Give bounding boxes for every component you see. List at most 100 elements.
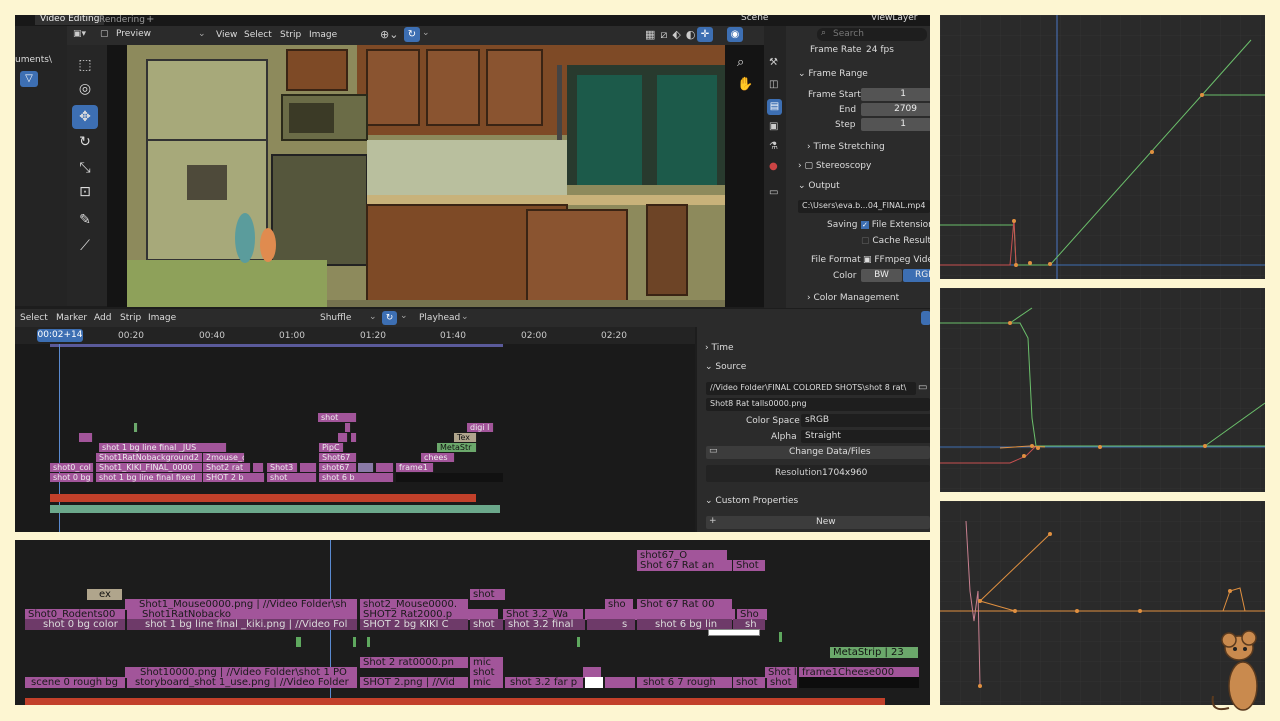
strip[interactable]: shot 3.2 final <box>505 619 585 630</box>
overlay-icons[interactable]: ▦⧄⬖◐ <box>645 28 700 42</box>
metastrip[interactable]: MetaStrip | 23 <box>830 647 918 658</box>
strip[interactable]: Shot67 <box>319 453 357 462</box>
strip[interactable]: shot 1 bg line final _JUS <box>99 443 227 452</box>
tab-rendering[interactable]: Rendering <box>99 15 145 25</box>
strip[interactable] <box>345 423 351 432</box>
strip[interactable]: digi l <box>467 423 494 432</box>
strip[interactable]: shot 1 bg line final fixed <box>96 473 203 482</box>
time-section-header[interactable]: › Time <box>705 343 734 353</box>
strip[interactable]: shot0_col <box>50 463 94 472</box>
strip[interactable]: shot 1 bg line final _kiki.png | //Video… <box>127 619 357 630</box>
seq-menu-image[interactable]: Image <box>148 313 176 323</box>
output-properties-icon[interactable]: ▤ <box>767 99 782 115</box>
frame-rate-value[interactable]: 24 fps <box>866 45 894 55</box>
output-path-field[interactable]: C:\Users\eva.b...04_FINAL.mp4 <box>798 200 930 213</box>
scale-icon[interactable]: ⤡ <box>72 156 98 180</box>
world-properties-icon[interactable]: ● <box>769 161 778 172</box>
strip[interactable]: mic <box>470 677 503 688</box>
strip[interactable]: Shot 67 Rat an <box>637 560 732 571</box>
strip[interactable] <box>79 433 93 442</box>
color-bw-button[interactable]: BW <box>861 269 902 282</box>
file-browser-path[interactable]: uments\ <box>15 55 52 65</box>
blade-icon[interactable]: ⟋ <box>72 234 98 258</box>
shuffle-dropdown[interactable]: Shuffle ⌄ <box>317 311 379 325</box>
strip[interactable] <box>605 677 635 688</box>
end-field[interactable]: 2709 <box>861 103 930 116</box>
strip[interactable]: shot67 <box>319 463 357 472</box>
menu-select[interactable]: Select <box>244 30 272 40</box>
time-stretching-header[interactable]: › Time Stretching <box>807 142 885 152</box>
frame-range-header[interactable]: ⌄ Frame Range <box>798 69 868 79</box>
folder-icon[interactable]: ▭ <box>918 382 930 395</box>
audio-waveform-strip[interactable] <box>50 505 500 513</box>
strip[interactable]: shot 0 bg <box>50 473 94 482</box>
strip[interactable]: Shot1_KIKI_FINAL_0000 <box>96 463 203 472</box>
editor-type-icon[interactable]: ▣▾ <box>73 29 91 42</box>
strip[interactable]: shot 3.2 far p <box>505 677 583 688</box>
annotate-icon[interactable]: ◎ <box>72 77 98 101</box>
strip[interactable] <box>134 423 138 432</box>
strip[interactable]: scene 0 rough bg <box>25 677 125 688</box>
view-layer-icon[interactable]: ▣ <box>769 121 778 132</box>
alpha-dropdown[interactable]: Straight <box>801 430 930 443</box>
step-field[interactable]: 1 <box>861 118 930 131</box>
timeline-ruler[interactable] <box>15 327 695 344</box>
zoom-icon[interactable]: ⌕ <box>737 55 744 70</box>
strip[interactable]: storyboard_shot 1_use.png | //Video Fold… <box>127 677 357 688</box>
move-icon[interactable]: ✥ <box>72 105 98 129</box>
overlay-toggle-icon[interactable]: ◉ <box>727 27 743 42</box>
menu-view[interactable]: View <box>216 30 237 40</box>
output-header[interactable]: ⌄ Output <box>798 181 840 191</box>
scene-selector[interactable]: Scene <box>741 15 768 23</box>
strip[interactable]: SHOT 2 bg KIKI C <box>360 619 468 630</box>
white-strip[interactable] <box>708 629 760 636</box>
stereoscopy-header[interactable]: › ▢ Stereoscopy <box>798 161 871 171</box>
playhead-line[interactable] <box>59 344 60 532</box>
custom-properties-header[interactable]: ⌄ Custom Properties <box>705 496 798 506</box>
strip[interactable]: Shot2 rat <box>203 463 251 472</box>
transform-icon[interactable]: ⊡ <box>72 180 98 204</box>
seq-menu-marker[interactable]: Marker <box>56 313 87 323</box>
strip[interactable]: Tex <box>454 433 477 442</box>
chevron-down-icon[interactable]: ⌄ <box>422 28 430 38</box>
frame-start-field[interactable]: 1 <box>861 88 930 101</box>
properties-search[interactable]: ⌕ Search <box>817 28 927 41</box>
seq-snap-icon[interactable]: ↻ <box>382 311 397 325</box>
add-workspace-button[interactable]: + <box>146 15 154 25</box>
strip[interactable]: Shot3 <box>267 463 298 472</box>
strip[interactable]: Shot1RatNobackground2 <box>96 453 203 462</box>
playhead-dropdown[interactable]: Playhead ⌄ <box>416 311 471 325</box>
audio-strip[interactable] <box>50 494 476 502</box>
file-format-dropdown[interactable]: ▣ FFmpeg Video <box>863 255 930 265</box>
preview-mode-dropdown[interactable]: ▢ Preview ⌄ <box>98 28 208 42</box>
new-property-button[interactable]: + New <box>706 516 930 529</box>
file-extensions-checkbox[interactable]: ✓ File Extensions <box>861 220 930 230</box>
strip[interactable]: shot 0 bg color <box>25 619 125 630</box>
source-section-header[interactable]: ⌄ Source <box>705 362 746 372</box>
cache-result-checkbox[interactable]: ▢ Cache Result <box>861 236 930 246</box>
snap-toggle-icon[interactable]: ↻ <box>404 27 420 42</box>
change-data-button[interactable]: ▭ Change Data/Files <box>706 446 930 459</box>
color-space-dropdown[interactable]: sRGB <box>801 414 930 427</box>
strip[interactable]: 2mouse_c <box>203 453 245 462</box>
strip[interactable]: shot 6 7 rough <box>637 677 732 688</box>
strip[interactable] <box>358 463 374 472</box>
strip[interactable]: shot <box>733 677 765 688</box>
menu-image[interactable]: Image <box>309 30 337 40</box>
collection-properties-icon[interactable]: ▭ <box>769 187 778 198</box>
strip[interactable]: Shot <box>733 560 765 571</box>
tool-properties-icon[interactable]: ⚒ <box>769 57 778 68</box>
strip[interactable]: shot <box>267 473 317 482</box>
pivot-icon[interactable]: ⊕⌄ <box>380 28 398 41</box>
seq-menu-strip[interactable]: Strip <box>120 313 141 323</box>
strip[interactable] <box>351 433 357 442</box>
white-strip[interactable] <box>585 677 603 688</box>
scene-properties-icon[interactable]: ⚗ <box>769 141 778 152</box>
strip[interactable] <box>253 463 264 472</box>
strip[interactable]: shot <box>767 677 797 688</box>
file-field[interactable]: Shot8 Rat talls0000.png <box>706 398 930 411</box>
gizmo-toggle-icon[interactable]: ✛ <box>697 27 713 42</box>
audio-strip[interactable] <box>25 698 885 705</box>
view-layer-selector[interactable]: ViewLayer <box>871 15 917 23</box>
strip[interactable]: s <box>587 619 635 630</box>
